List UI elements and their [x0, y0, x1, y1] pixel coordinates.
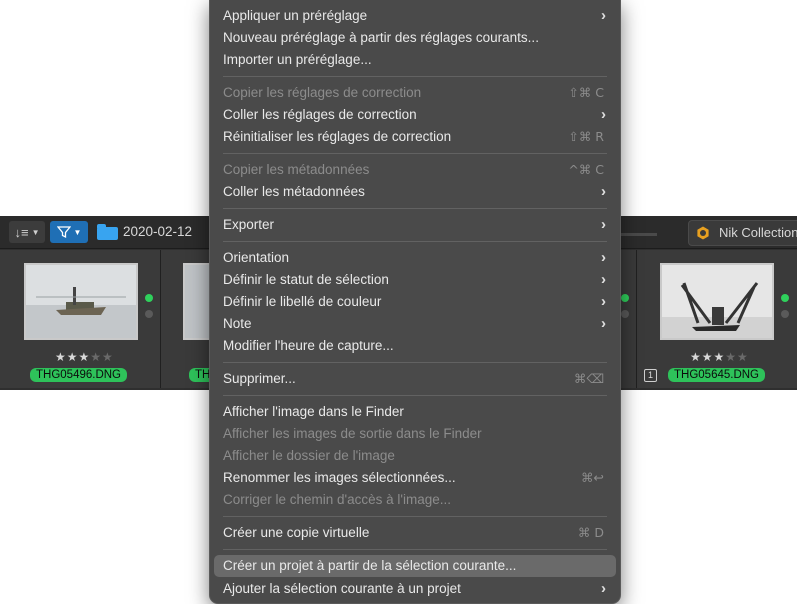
thumbnail-cell[interactable]: ★★★★★ THG05496.DNG	[0, 250, 161, 388]
menu-item-orientation[interactable]: Orientation ›	[210, 247, 620, 269]
menu-item-show-output-in-finder: Afficher les images de sortie dans le Fi…	[223, 426, 482, 441]
menu-item-set-color-label[interactable]: Définir le libellé de couleur ›	[210, 291, 620, 313]
thumbnail-image[interactable]	[660, 263, 774, 340]
star-rating[interactable]: ★★★★★	[55, 350, 114, 364]
chevron-right-icon: ›	[601, 315, 606, 332]
filter-button[interactable]: ▼	[50, 221, 88, 243]
menu-item-delete[interactable]: Supprimer... ⌘⌫	[210, 368, 620, 390]
status-dot	[145, 310, 153, 318]
shortcut-label: ⇧⌘ R	[568, 129, 604, 144]
menu-item-rating[interactable]: Note ›	[210, 313, 620, 335]
menu-separator	[223, 549, 607, 550]
pick-flag-dot	[621, 294, 629, 302]
menu-item-new-preset[interactable]: Nouveau préréglage à partir des réglages…	[210, 27, 620, 49]
menu-separator	[223, 241, 607, 242]
chevron-down-icon: ▼	[73, 227, 82, 237]
chevron-right-icon: ›	[601, 183, 606, 200]
menu-separator	[223, 395, 607, 396]
menu-item-show-in-finder[interactable]: Afficher l'image dans le Finder	[210, 401, 620, 423]
folder-icon	[97, 224, 118, 240]
version-badge: 1	[644, 369, 657, 382]
chevron-right-icon: ›	[601, 216, 606, 233]
filename-label: THG05496.DNG	[30, 368, 128, 382]
chevron-down-icon: ▼	[31, 227, 40, 237]
pick-flag-dot	[145, 294, 153, 302]
shortcut-label: ⇧⌘ C	[568, 85, 604, 100]
shortcut-label: ^⌘ C	[568, 162, 604, 177]
chevron-right-icon: ›	[601, 580, 606, 597]
nik-collection-icon	[697, 226, 709, 240]
menu-item-edit-capture-time[interactable]: Modifier l'heure de capture...	[210, 335, 620, 357]
folder-name: 2020-02-12	[123, 224, 193, 239]
menu-item-add-to-project[interactable]: Ajouter la sélection courante à un proje…	[210, 578, 620, 600]
menu-item-copy-metadata: Copier les métadonnées ^⌘ C	[223, 162, 604, 177]
nik-collection-button[interactable]: Nik Collection	[688, 220, 797, 246]
menu-item-reset-adjustments[interactable]: Réinitialiser les réglages de correction…	[210, 126, 620, 148]
menu-item-show-image-folder: Afficher le dossier de l'image	[223, 448, 395, 463]
shortcut-label: ⌘⌫	[573, 371, 604, 386]
pick-flag-dot	[781, 294, 789, 302]
menu-item-fix-image-path: Corriger le chemin d'accès à l'image...	[223, 492, 451, 507]
shortcut-label: ⌘ D	[577, 525, 604, 540]
chevron-right-icon: ›	[601, 249, 606, 266]
menu-item-create-project[interactable]: Créer un projet à partir de la sélection…	[214, 555, 616, 577]
status-dot	[781, 310, 789, 318]
status-dot	[621, 310, 629, 318]
context-menu: Appliquer un préréglage › Nouveau prérég…	[209, 0, 621, 604]
menu-separator	[223, 516, 607, 517]
thumbnail-cell[interactable]: ★★★★★ 1 THG05645.DNG	[637, 250, 797, 388]
thumbnail-image[interactable]	[24, 263, 138, 340]
boat-photo	[662, 265, 772, 338]
menu-separator	[223, 153, 607, 154]
chevron-right-icon: ›	[601, 293, 606, 310]
menu-item-import-preset[interactable]: Importer un préréglage...	[210, 49, 620, 71]
star-rating[interactable]: ★★★★★	[690, 350, 749, 364]
menu-item-export[interactable]: Exporter ›	[210, 214, 620, 236]
menu-item-paste-metadata[interactable]: Coller les métadonnées ›	[210, 181, 620, 203]
sort-icon: ↓≡	[14, 224, 29, 240]
nik-collection-label: Nik Collection	[719, 225, 797, 240]
chevron-right-icon: ›	[601, 271, 606, 288]
menu-item-apply-preset[interactable]: Appliquer un préréglage ›	[210, 5, 620, 27]
menu-separator	[223, 208, 607, 209]
shortcut-label: ⌘↩	[581, 470, 604, 485]
boat-photo	[26, 265, 136, 338]
filename-label: THG05645.DNG	[668, 368, 766, 382]
thumbnail-size-slider[interactable]	[620, 233, 657, 236]
menu-item-paste-adjustments[interactable]: Coller les réglages de correction ›	[210, 104, 620, 126]
menu-separator	[223, 362, 607, 363]
menu-item-copy-adjustments: Copier les réglages de correction ⇧⌘ C	[223, 85, 604, 100]
chevron-right-icon: ›	[601, 106, 606, 123]
sort-button[interactable]: ↓≡ ▼	[9, 221, 45, 243]
filter-icon	[56, 226, 71, 239]
menu-item-set-pick-status[interactable]: Définir le statut de sélection ›	[210, 269, 620, 291]
chevron-right-icon: ›	[601, 7, 606, 24]
menu-item-create-virtual-copy[interactable]: Créer une copie virtuelle ⌘ D	[210, 522, 620, 544]
menu-separator	[223, 76, 607, 77]
menu-item-rename-images[interactable]: Renommer les images sélectionnées... ⌘↩	[210, 467, 620, 489]
